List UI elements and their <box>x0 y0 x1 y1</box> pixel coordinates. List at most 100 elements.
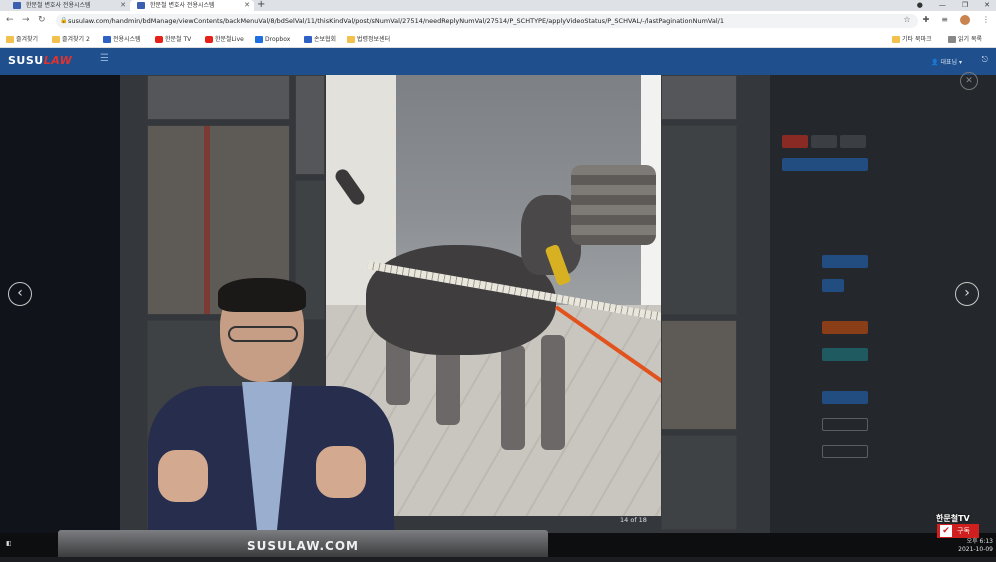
bookmark-label: 손보협회 <box>314 36 337 43</box>
bookmark-item[interactable]: 한문철Live <box>205 31 244 48</box>
bookmark-label: 즐겨찾기 <box>16 36 39 43</box>
next-image-button[interactable]: › <box>955 282 979 306</box>
gallery-thumbnail[interactable] <box>147 75 290 120</box>
bookmark-item[interactable]: 기타 북마크 <box>892 31 932 48</box>
bookmarks-bar: 즐겨찾기 즐겨찾기 2 전용시스템 한문철 TV 한문철Live Dropbox… <box>0 31 996 48</box>
user-name: 대표님 <box>940 59 958 66</box>
dog-leg <box>436 345 460 425</box>
address-bar: ← → ↻ 🔒 susulaw.com/handmin/bdManage/vie… <box>0 11 996 31</box>
logo-text: SUSU <box>8 54 44 67</box>
blurred-dog-head <box>571 165 656 245</box>
chevron-left-icon: ‹ <box>17 285 23 301</box>
extensions-icon[interactable]: ✚ <box>923 15 930 25</box>
chevron-down-icon: ▾ <box>958 59 962 66</box>
presenter-hair <box>218 278 306 312</box>
bookmark-item[interactable]: 즐겨찾기 <box>6 31 38 48</box>
forward-icon[interactable]: → <box>22 15 30 25</box>
logout-icon[interactable]: ⎋ <box>982 55 988 65</box>
maximize-icon[interactable]: ❐ <box>962 0 968 11</box>
bookmark-label: 전용시스템 <box>113 36 141 43</box>
youtube-icon <box>155 36 163 43</box>
site-logo[interactable]: SUSULAW <box>8 54 72 67</box>
status-select[interactable] <box>822 255 868 268</box>
taskbar-start-icon[interactable]: ◧ <box>6 540 12 547</box>
status-select[interactable] <box>822 391 868 404</box>
bookmark-label: 한문철Live <box>215 36 244 43</box>
chevron-right-icon: › <box>964 285 970 301</box>
window-controls: ● — ❐ ✕ <box>917 0 990 11</box>
back-icon[interactable]: ← <box>6 15 14 25</box>
reload-icon[interactable]: ↻ <box>38 15 46 25</box>
site-icon <box>304 36 312 43</box>
subscribe-button[interactable]: ✔ 구독 <box>937 524 979 538</box>
subscribe-label: 구독 <box>957 527 970 535</box>
star-icon[interactable]: ☆ <box>903 15 910 25</box>
clock-date: 2021-10-09 <box>958 546 993 553</box>
action-button[interactable] <box>822 418 868 431</box>
bookmark-item[interactable]: 손보협회 <box>304 31 336 48</box>
youtube-icon <box>205 36 213 43</box>
record-icon[interactable]: ● <box>917 0 923 11</box>
browser-tab-strip: 한문철 변호사 전용시스템 ✕ 한문철 변호사 전용시스템 ✕ + ● — ❐ … <box>0 0 996 11</box>
bookmark-label: 한문철 TV <box>165 36 192 43</box>
image-counter: 14 of 18 <box>620 516 647 524</box>
site-favicon-icon <box>13 2 21 9</box>
folder-icon <box>892 36 900 43</box>
user-menu[interactable]: 👤 대표님 ▾ <box>931 57 962 66</box>
tab-label: 한문철 변호사 전용시스템 <box>26 2 91 9</box>
minimize-icon[interactable]: — <box>939 0 946 11</box>
action-button[interactable] <box>811 135 837 148</box>
bookmark-item[interactable]: 법령정보센터 <box>347 31 390 48</box>
bookmark-item[interactable]: 전용시스템 <box>103 31 141 48</box>
toolbar-icons: ☆ ✚ ≡ ⋮ <box>903 15 990 25</box>
tab-label: 한문철 변호사 전용시스템 <box>150 2 215 9</box>
bookmark-label: 법령정보센터 <box>357 36 391 43</box>
media-icon[interactable]: ≡ <box>941 15 948 25</box>
action-button[interactable] <box>822 348 868 361</box>
avatar[interactable] <box>960 15 970 25</box>
action-button[interactable] <box>822 445 868 458</box>
previous-image-button[interactable]: ‹ <box>8 282 32 306</box>
new-tab-icon[interactable]: + <box>257 0 265 10</box>
presenter-hand <box>158 450 208 502</box>
close-panel-icon[interactable]: ✕ <box>960 72 978 90</box>
user-icon: 👤 <box>931 59 939 66</box>
susulaw-banner: SUSULAW.COM <box>58 530 548 557</box>
menu-icon[interactable]: ⋮ <box>982 15 990 25</box>
dog-leg <box>501 345 525 450</box>
url-text: susulaw.com/handmin/bdManage/viewContent… <box>68 17 724 25</box>
action-button[interactable] <box>782 135 808 148</box>
bookmark-item[interactable]: Dropbox <box>255 31 290 48</box>
site-header: SUSULAW ☰ 👤 대표님 ▾ ⎋ <box>0 48 996 75</box>
gallery-thumbnail[interactable] <box>295 75 325 175</box>
close-tab-icon[interactable]: ✕ <box>120 0 126 11</box>
site-icon <box>103 36 111 43</box>
gallery-thumbnail[interactable] <box>661 125 737 315</box>
bookmark-item[interactable]: 읽기 목록 <box>948 31 982 48</box>
status-toggle[interactable] <box>822 279 844 292</box>
browser-tab-2[interactable]: 한문철 변호사 전용시스템 ✕ <box>130 0 254 11</box>
bookmark-label: 읽기 목록 <box>958 36 982 43</box>
bookmark-item[interactable]: 한문철 TV <box>155 31 191 48</box>
clock-time: 오후 6:13 <box>966 538 993 545</box>
action-button[interactable] <box>782 158 868 171</box>
gallery-thumbnail[interactable] <box>661 75 737 120</box>
site-favicon-icon <box>137 2 145 9</box>
presenter-glasses <box>228 326 298 342</box>
folder-icon <box>52 36 60 43</box>
logo-accent-text: LAW <box>43 54 73 67</box>
gallery-thumbnail[interactable] <box>661 320 737 430</box>
browser-tab-1[interactable]: 한문철 변호사 전용시스템 ✕ <box>6 0 130 11</box>
close-window-icon[interactable]: ✕ <box>984 0 990 11</box>
dog-leg <box>541 335 565 450</box>
checkmark-icon: ✔ <box>940 525 952 537</box>
dropbox-icon <box>255 36 263 43</box>
tag-select[interactable] <box>822 321 868 334</box>
close-tab-icon[interactable]: ✕ <box>244 0 250 11</box>
action-button[interactable] <box>840 135 866 148</box>
bookmark-label: 즐겨찾기 2 <box>62 36 90 43</box>
hamburger-menu-icon[interactable]: ☰ <box>100 53 109 64</box>
bookmark-item[interactable]: 즐겨찾기 2 <box>52 31 90 48</box>
gallery-thumbnail[interactable] <box>661 435 737 530</box>
url-field[interactable]: 🔒 susulaw.com/handmin/bdManage/viewConte… <box>56 14 918 28</box>
